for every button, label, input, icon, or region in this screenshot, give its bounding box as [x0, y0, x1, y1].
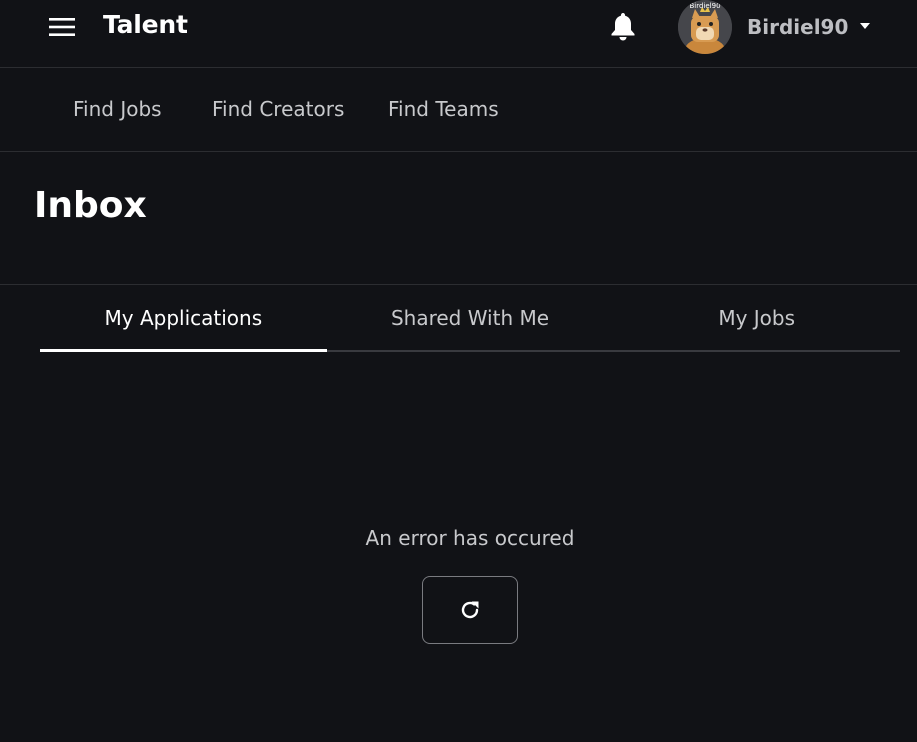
notifications-button[interactable] [606, 10, 640, 44]
nav-find-teams[interactable]: Find Teams [388, 97, 499, 121]
bell-icon [611, 13, 635, 41]
tab-my-jobs[interactable]: My Jobs [613, 285, 900, 350]
tab-my-applications[interactable]: My Applications [40, 285, 327, 352]
inbox-tabs: My Applications Shared With Me My Jobs [40, 285, 900, 352]
hamburger-menu-button[interactable] [44, 12, 80, 42]
nav-find-creators[interactable]: Find Creators [212, 97, 344, 121]
error-message: An error has occured [365, 526, 575, 550]
page-title: Inbox [34, 185, 147, 226]
retry-button[interactable] [422, 576, 518, 644]
top-header: Talent Birdiel90 Birdiel90 [0, 0, 917, 68]
refresh-icon [461, 601, 479, 619]
caret-down-icon[interactable] [860, 23, 870, 29]
hamburger-menu-icon [49, 18, 75, 36]
avatar[interactable]: Birdiel90 [678, 0, 732, 54]
username[interactable]: Birdiel90 [747, 15, 848, 39]
brand-title[interactable]: Talent [103, 10, 188, 39]
tab-shared-with-me[interactable]: Shared With Me [327, 285, 614, 350]
user-menu[interactable]: Birdiel90 Birdiel90 [678, 0, 878, 54]
avatar-label: Birdiel90 [689, 2, 721, 10]
secondary-nav: Find Jobs Find Creators Find Teams [0, 69, 917, 152]
nav-find-jobs[interactable]: Find Jobs [73, 97, 162, 121]
